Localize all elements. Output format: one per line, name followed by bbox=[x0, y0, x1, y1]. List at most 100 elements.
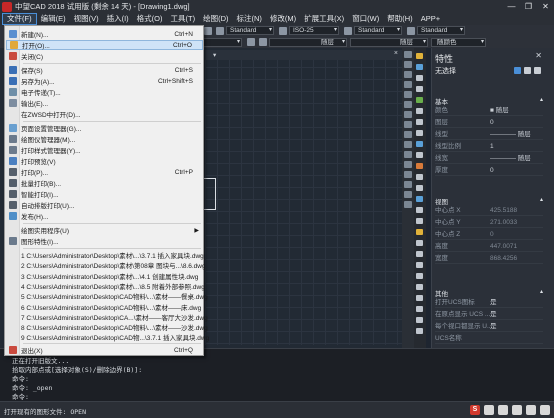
close-drawing-icon[interactable]: × bbox=[394, 50, 398, 57]
palette-icon[interactable] bbox=[416, 262, 423, 268]
property-row[interactable]: 中心点 X 425.5188 bbox=[435, 205, 543, 216]
table-style-combo[interactable]: Standard ▾ bbox=[354, 26, 402, 35]
property-row[interactable]: 在原点显示 UCS ... 是 bbox=[435, 309, 543, 320]
palette-icon[interactable] bbox=[416, 53, 423, 59]
property-row[interactable]: 高度 447.0071 bbox=[435, 241, 543, 252]
property-row[interactable]: 线宽 ———— 随层 bbox=[435, 153, 543, 164]
menu-item-etransmit[interactable]: 电子传递(T)... bbox=[6, 87, 203, 97]
recent-file-item[interactable]: 9 C:\Users\Administrator\Desktop\CAD物...… bbox=[6, 332, 209, 342]
rotate-icon[interactable] bbox=[404, 111, 412, 118]
array-icon[interactable] bbox=[404, 91, 412, 98]
pickadd-toggle-icon[interactable] bbox=[534, 67, 541, 74]
property-row[interactable]: UCS名称 bbox=[435, 333, 543, 344]
close-window-button[interactable]: ✕ bbox=[537, 0, 554, 13]
erase-icon[interactable] bbox=[404, 51, 412, 58]
menu-draw[interactable]: 绘图(D) bbox=[199, 13, 232, 25]
palette-icon[interactable] bbox=[416, 229, 423, 235]
recent-file-item[interactable]: 7 C:\Users\Administrator\Desktop\CA...\素… bbox=[6, 312, 208, 322]
menu-item-open[interactable]: 打开(O)... Ctrl+O bbox=[6, 40, 203, 50]
menu-item-export[interactable]: 输出(E)... bbox=[6, 98, 203, 108]
command-input[interactable]: 打开现有的图形文件: OPEN S bbox=[0, 401, 554, 418]
property-row[interactable]: 厚度 0 bbox=[435, 165, 543, 176]
menu-item-auto-layout-print[interactable]: 自动排版打印(U)... bbox=[6, 200, 203, 210]
palette-icon[interactable] bbox=[416, 218, 423, 224]
palette-icon[interactable] bbox=[416, 273, 423, 279]
menu-item-smart-print[interactable]: 智能打印(I)... bbox=[6, 189, 203, 199]
palette-icon[interactable] bbox=[416, 64, 423, 70]
tray-icon[interactable] bbox=[540, 405, 550, 415]
quick-select-icon[interactable] bbox=[514, 67, 521, 74]
select-objects-icon[interactable] bbox=[524, 67, 531, 74]
layer-icon[interactable] bbox=[247, 38, 255, 46]
menu-edit[interactable]: 编辑(E) bbox=[37, 13, 70, 25]
recent-file-item[interactable]: 6 C:\Users\Administrator\Desktop\CAD物料\.… bbox=[6, 302, 203, 312]
menu-tools[interactable]: 工具(T) bbox=[167, 13, 200, 25]
selection-dropdown[interactable]: 无选择 bbox=[435, 66, 515, 77]
palette-icon[interactable] bbox=[416, 152, 423, 158]
extend-icon[interactable] bbox=[404, 151, 412, 158]
palette-icon[interactable] bbox=[416, 86, 423, 92]
menu-window[interactable]: 窗口(W) bbox=[348, 13, 383, 25]
menu-dimension[interactable]: 标注(N) bbox=[233, 13, 266, 25]
palette-icon[interactable] bbox=[416, 306, 423, 312]
dim-style-combo[interactable]: ISO-25 ▾ bbox=[289, 26, 339, 35]
menu-modify[interactable]: 修改(M) bbox=[266, 13, 300, 25]
property-row[interactable]: 线型 ———— 随层 bbox=[435, 129, 543, 140]
menu-item-plotter-manager[interactable]: 绘图仪管理器(M)... bbox=[6, 134, 203, 144]
palette-icon[interactable] bbox=[416, 141, 423, 147]
toolbar-icon[interactable] bbox=[279, 26, 287, 35]
property-row[interactable]: 颜色 ■ 随层 bbox=[435, 105, 543, 116]
menu-item-close[interactable]: 关闭(C) bbox=[6, 51, 203, 61]
property-row[interactable]: 中心点 Z 0 bbox=[435, 229, 543, 240]
break-icon[interactable] bbox=[404, 161, 412, 168]
recent-file-item[interactable]: 4 C:\Users\Administrator\Desktop\素材\...\… bbox=[6, 281, 205, 291]
menu-item-save[interactable]: 保存(S) Ctrl+S bbox=[6, 65, 203, 75]
tray-icon[interactable] bbox=[512, 405, 522, 415]
palette-icon[interactable] bbox=[416, 295, 423, 301]
properties-scrollbar[interactable] bbox=[545, 48, 554, 348]
trim-icon[interactable] bbox=[404, 141, 412, 148]
layer-icon[interactable] bbox=[259, 38, 267, 46]
recent-file-item[interactable]: 8 C:\Users\Administrator\Desktop\CAD物料\.… bbox=[6, 322, 208, 332]
menu-item-print[interactable]: 打印(P)... Ctrl+P bbox=[6, 167, 203, 177]
menu-item-print-preview[interactable]: 打印预览(V) bbox=[6, 156, 203, 166]
property-row[interactable]: 线型比例 1 bbox=[435, 141, 543, 152]
menu-help[interactable]: 帮助(H) bbox=[383, 13, 416, 25]
toolbar-icon[interactable] bbox=[204, 26, 212, 35]
toolbar-icon[interactable] bbox=[216, 26, 224, 35]
palette-icon[interactable] bbox=[416, 97, 423, 103]
plot-style-combo[interactable]: 随颜色 ▾ bbox=[431, 37, 486, 47]
property-row[interactable]: 图层 0 bbox=[435, 117, 543, 128]
palette-icon[interactable] bbox=[416, 119, 423, 125]
explode-icon[interactable] bbox=[404, 201, 412, 208]
close-icon[interactable]: ✕ bbox=[535, 51, 542, 60]
copy-icon[interactable] bbox=[404, 61, 412, 68]
property-row[interactable]: 每个视口都显示 U... 是 bbox=[435, 321, 543, 332]
menu-extension-tools[interactable]: 扩展工具(X) bbox=[300, 13, 348, 25]
menu-item-page-setup[interactable]: 页面设置管理器(G)... bbox=[6, 123, 203, 133]
menu-insert[interactable]: 插入(I) bbox=[103, 13, 133, 25]
menu-file[interactable]: 文件(F) bbox=[2, 13, 37, 25]
palette-icon[interactable] bbox=[416, 207, 423, 213]
menu-item-drawing-utilities[interactable]: 绘图实用程序(U) ▶ bbox=[6, 225, 203, 236]
palette-icon[interactable] bbox=[416, 284, 423, 290]
menu-view[interactable]: 视图(V) bbox=[70, 13, 103, 25]
palette-icon[interactable] bbox=[416, 130, 423, 136]
palette-icon[interactable] bbox=[416, 196, 423, 202]
tray-icon[interactable] bbox=[498, 405, 508, 415]
menu-app-plus[interactable]: APP+ bbox=[417, 13, 444, 25]
menu-item-exit[interactable]: 退出(X) Ctrl+Q bbox=[6, 345, 203, 355]
drawing-tab[interactable]: ▾ bbox=[213, 51, 216, 59]
mleader-style-combo[interactable]: Standard ▾ bbox=[417, 26, 465, 35]
property-row[interactable]: 中心点 Y 271.0033 bbox=[435, 217, 543, 228]
tray-icon[interactable] bbox=[484, 405, 494, 415]
recent-file-item[interactable]: 2 C:\Users\Administrator\Desktop\素材\第08章… bbox=[6, 260, 206, 270]
property-row[interactable]: 打开UCS图标 是 bbox=[435, 297, 543, 308]
palette-icon[interactable] bbox=[416, 163, 423, 169]
minimize-button[interactable]: — bbox=[503, 0, 520, 13]
menu-item-plot-style-manager[interactable]: 打印样式管理器(Y)... bbox=[6, 145, 203, 155]
palette-icon[interactable] bbox=[416, 185, 423, 191]
scale-icon[interactable] bbox=[404, 121, 412, 128]
lineweight-combo[interactable]: 随层 ▾ bbox=[350, 37, 428, 47]
palette-icon[interactable] bbox=[416, 108, 423, 114]
